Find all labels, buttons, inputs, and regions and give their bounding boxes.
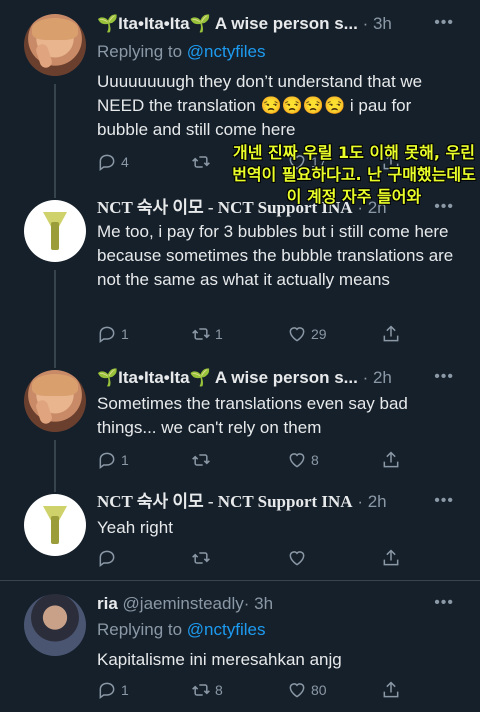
heart-icon <box>289 327 305 342</box>
avatar[interactable] <box>24 494 86 556</box>
share-button[interactable] <box>381 680 405 700</box>
reply-icon <box>99 154 115 171</box>
thread-line <box>54 184 56 198</box>
share-button[interactable] <box>381 324 405 344</box>
avatar[interactable] <box>24 200 86 262</box>
thread-line <box>54 360 56 368</box>
share-icon <box>383 681 399 698</box>
share-button[interactable] <box>381 548 405 568</box>
thread-line <box>54 84 56 184</box>
retweet-icon <box>192 552 210 564</box>
tweet[interactable]: ria @jaeminsteadly· 3h ••• Replying to @… <box>0 582 480 712</box>
reply-handle-link[interactable]: @nctyfiles <box>187 42 266 61</box>
heart-icon <box>289 551 305 566</box>
like-button[interactable]: 29 <box>287 324 327 344</box>
reply-button[interactable]: 1 <box>97 324 129 344</box>
reply-count: 1 <box>121 452 129 468</box>
tweet[interactable]: NCT 숙사 이모 - NCT Support INA · 2h ••• Yea… <box>0 484 480 578</box>
replying-to: Replying to @nctyfiles <box>97 42 266 61</box>
retweet-button[interactable] <box>191 548 215 568</box>
tweet[interactable]: 🌱Ita•Ita•Ita🌱 A wise person s... · 2h ••… <box>0 360 480 486</box>
retweet-button[interactable]: 1 <box>191 324 223 344</box>
tweet-actions: 1 8 <box>97 450 417 472</box>
display-name[interactable]: ria <box>97 594 118 613</box>
thread-line <box>54 270 56 362</box>
reply-count: 1 <box>121 326 129 342</box>
tweet-text: Sometimes the translations even say bad … <box>97 394 408 437</box>
display-name[interactable]: 🌱Ita•Ita•Ita🌱 A wise person s... <box>97 14 358 33</box>
reply-button[interactable]: 1 <box>97 450 129 470</box>
heart-icon <box>289 453 305 468</box>
share-icon <box>383 451 399 468</box>
reply-button[interactable]: 1 <box>97 680 129 700</box>
tweet-text: Uuuuuuuugh they don’t understand that we… <box>97 72 423 139</box>
retweet-count: 8 <box>215 682 223 698</box>
like-count: 80 <box>311 682 327 698</box>
translation-overlay: 개넨 진짜 우릴 1도 이해 못해, 우린 번역이 필요하다고. 난 구매했는데… <box>232 143 476 206</box>
like-button[interactable] <box>287 548 311 568</box>
timestamp[interactable]: · 3h <box>244 594 273 613</box>
share-icon <box>383 549 399 566</box>
tweet-text: Yeah right <box>97 518 173 537</box>
like-count: 29 <box>311 326 327 342</box>
tweet-text: Kapitalisme ini meresahkan anjg <box>97 650 342 669</box>
more-options-icon[interactable]: ••• <box>434 368 454 386</box>
tweet[interactable]: NCT 숙사 이모 - NCT Support INA · 2h ••• Me … <box>0 184 480 362</box>
retweet-icon <box>192 684 210 696</box>
retweet-count: 1 <box>215 326 223 342</box>
retweet-button[interactable] <box>191 450 215 470</box>
retweet-icon <box>192 328 210 340</box>
heart-icon <box>289 683 305 698</box>
timestamp[interactable]: · 2h <box>357 492 386 511</box>
reply-icon <box>99 682 115 699</box>
reply-icon <box>99 550 115 567</box>
like-button[interactable]: 8 <box>287 450 319 470</box>
retweet-icon <box>192 454 210 466</box>
more-options-icon[interactable]: ••• <box>434 594 454 612</box>
reply-button[interactable] <box>97 548 121 568</box>
tweet-text: Me too, i pay for 3 bubbles but i still … <box>97 222 454 289</box>
retweet-icon <box>192 156 210 168</box>
more-options-icon[interactable]: ••• <box>434 492 454 510</box>
share-button[interactable] <box>381 450 405 470</box>
retweet-button[interactable]: 8 <box>191 680 223 700</box>
divider <box>0 580 480 581</box>
user-handle[interactable]: @jaeminsteadly <box>123 594 244 613</box>
display-name[interactable]: NCT 숙사 이모 - NCT Support INA <box>97 492 353 511</box>
reply-count: 4 <box>121 154 129 170</box>
display-name[interactable]: 🌱Ita•Ita•Ita🌱 A wise person s... <box>97 368 358 387</box>
tweet-actions: 1 1 29 <box>97 324 417 346</box>
more-options-icon[interactable]: ••• <box>434 14 454 32</box>
thread-line <box>54 440 56 486</box>
share-icon <box>383 325 399 342</box>
avatar[interactable] <box>24 594 86 656</box>
like-count: 8 <box>311 452 319 468</box>
avatar[interactable] <box>24 370 86 432</box>
tweet-actions <box>97 548 417 570</box>
timestamp[interactable]: · 3h <box>363 14 392 33</box>
replying-to: Replying to @nctyfiles <box>97 620 266 639</box>
timestamp[interactable]: · 2h <box>363 368 392 387</box>
reply-icon <box>99 326 115 343</box>
reply-count: 1 <box>121 682 129 698</box>
retweet-button[interactable] <box>191 152 215 172</box>
avatar[interactable] <box>24 14 86 76</box>
reply-handle-link[interactable]: @nctyfiles <box>187 620 266 639</box>
reply-button[interactable]: 4 <box>97 152 129 172</box>
reply-icon <box>99 452 115 469</box>
tweet-actions: 1 8 80 <box>97 680 417 702</box>
like-button[interactable]: 80 <box>287 680 327 700</box>
thread-line <box>54 484 56 492</box>
